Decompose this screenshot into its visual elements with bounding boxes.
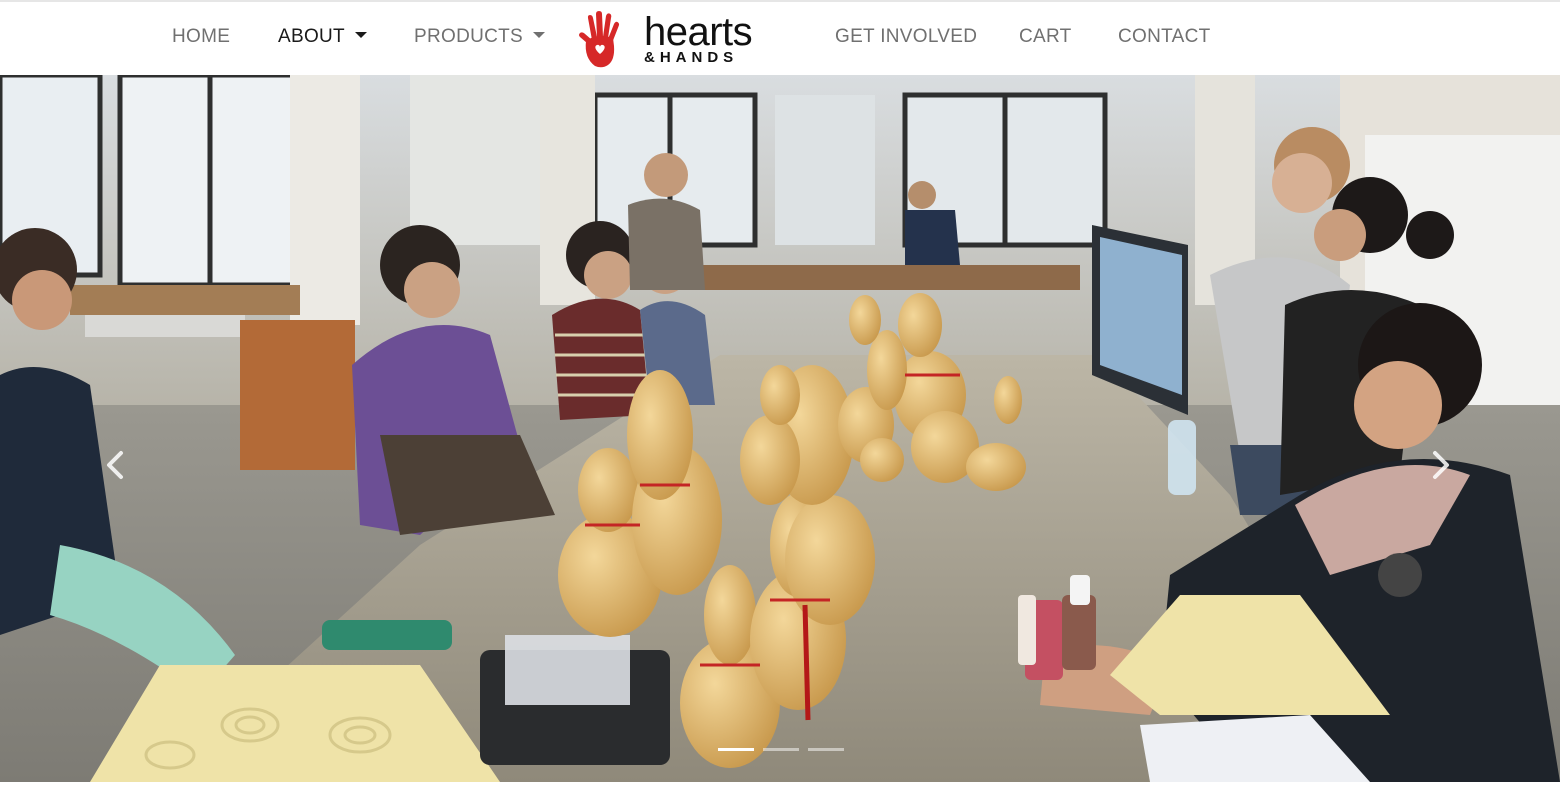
brand-logo[interactable]: hearts &HANDS xyxy=(578,10,778,70)
nav-get-involved-link[interactable]: GET INVOLVED xyxy=(835,26,977,48)
hero-carousel xyxy=(0,75,1560,782)
nav-cart-link[interactable]: CART xyxy=(1019,26,1072,48)
carousel-next-button[interactable] xyxy=(1420,445,1460,485)
carousel-indicators xyxy=(718,746,844,754)
nav-about-dropdown[interactable]: ABOUT xyxy=(278,26,367,48)
carousel-indicator-2[interactable] xyxy=(763,748,799,751)
nav-products-label: PRODUCTS xyxy=(414,26,524,47)
carousel-prev-button[interactable] xyxy=(96,445,136,485)
red-hand-with-heart-icon xyxy=(579,11,620,68)
nav-contact-link[interactable]: CONTACT xyxy=(1118,26,1211,48)
chevron-right-icon xyxy=(1433,451,1449,479)
main-navbar: HOME ABOUT PRODUCTS hearts &HANDS GET IN… xyxy=(0,2,1560,75)
carousel-indicator-1[interactable] xyxy=(718,748,754,751)
carousel-indicator-3[interactable] xyxy=(808,748,844,751)
nav-about-label: ABOUT xyxy=(278,26,345,47)
nav-home-link[interactable]: HOME xyxy=(172,26,230,48)
carousel-slide-photo xyxy=(0,75,1560,782)
caret-down-icon xyxy=(533,31,546,38)
chevron-left-icon xyxy=(107,451,123,479)
caret-down-icon xyxy=(354,31,367,38)
logo-wordmark: hearts xyxy=(644,10,753,54)
nav-products-dropdown[interactable]: PRODUCTS xyxy=(414,26,546,48)
logo-subtext: &HANDS xyxy=(644,49,739,66)
